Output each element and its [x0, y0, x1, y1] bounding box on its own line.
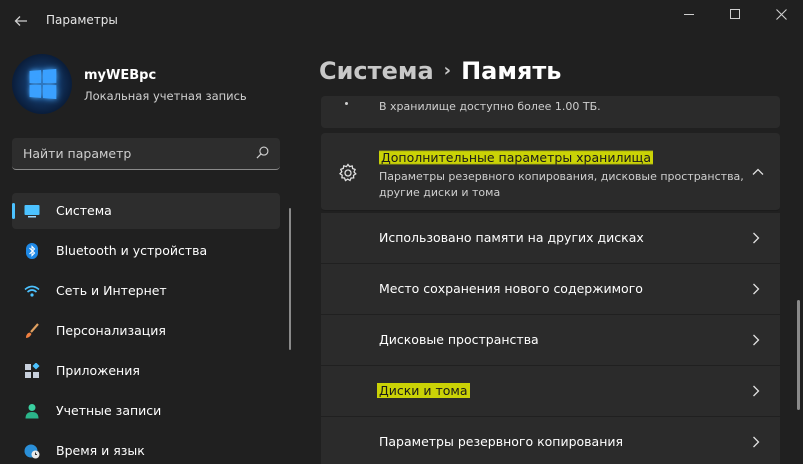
list-item-label: Использовано памяти на других дисках: [379, 230, 644, 245]
sidebar-item-label: Время и язык: [56, 443, 145, 458]
chevron-right-icon: [753, 385, 760, 397]
close-icon: [775, 8, 787, 20]
list-item-other-drives-usage[interactable]: Использовано памяти на других дисках: [321, 213, 780, 263]
chevron-up-icon[interactable]: [752, 166, 764, 178]
account-type: Локальная учетная запись: [84, 89, 247, 103]
sidebar-item-personalization[interactable]: Персонализация: [12, 313, 280, 349]
gear-icon: [339, 163, 357, 182]
sidebar-item-label: Система: [56, 203, 112, 218]
chevron-right-icon: [753, 436, 760, 448]
close-button[interactable]: [758, 0, 803, 28]
list-item-label: Место сохранения нового содержимого: [379, 281, 643, 296]
search-icon[interactable]: [256, 146, 269, 159]
list-item-label: Диски и тома: [377, 383, 470, 398]
sidebar-scrollbar[interactable]: [289, 208, 291, 350]
sidebar-item-system[interactable]: Система: [12, 193, 280, 229]
maximize-icon: [730, 9, 740, 19]
list-item-backup-options[interactable]: Параметры резервного копирования: [321, 417, 780, 464]
monitor-icon: [24, 205, 40, 218]
sidebar-item-time-language[interactable]: Время и язык: [12, 433, 280, 464]
sidebar-item-label: Учетные записи: [56, 403, 162, 418]
bluetooth-icon: [26, 243, 38, 259]
sidebar-item-label: Сеть и Интернет: [56, 283, 167, 298]
list-item-label: Дисковые пространства: [379, 332, 539, 347]
sidebar-item-accounts[interactable]: Учетные записи: [12, 393, 280, 429]
advanced-storage-expander[interactable]: Дополнительные параметры хранилища Парам…: [321, 133, 780, 211]
minimize-button[interactable]: [666, 0, 712, 28]
list-item-disks-volumes[interactable]: Диски и тома: [321, 366, 780, 416]
expander-title: Дополнительные параметры хранилища: [379, 150, 653, 165]
app-title: Параметры: [46, 13, 118, 27]
list-item-storage-spaces[interactable]: Дисковые пространства: [321, 315, 780, 365]
search-placeholder: Найти параметр: [23, 146, 132, 161]
search-input[interactable]: Найти параметр: [12, 138, 280, 170]
avatar[interactable]: [12, 54, 72, 114]
sidebar-item-network[interactable]: Сеть и Интернет: [12, 273, 280, 309]
person-icon: [25, 404, 39, 419]
globe-clock-icon: [24, 444, 40, 459]
chevron-right-icon: [753, 283, 760, 295]
selection-indicator: [12, 203, 15, 219]
title-bar: Параметры: [0, 0, 803, 44]
page-title: Память: [461, 57, 562, 85]
list-item-save-location[interactable]: Место сохранения нового содержимого: [321, 264, 780, 314]
sidebar-item-apps[interactable]: Приложения: [12, 353, 280, 389]
expander-description: Параметры резервного копирования, дисков…: [379, 170, 744, 199]
brush-icon: [26, 323, 39, 338]
breadcrumb-parent[interactable]: Система: [319, 57, 434, 85]
user-name: myWEBpc: [84, 68, 157, 83]
apps-icon: [25, 363, 40, 378]
sidebar-item-label: Bluetooth и устройства: [56, 243, 208, 258]
back-arrow-icon: [14, 16, 27, 26]
sidebar-item-label: Приложения: [56, 363, 140, 378]
maximize-button[interactable]: [712, 0, 758, 28]
wifi-icon: [24, 285, 40, 297]
back-button[interactable]: [10, 8, 32, 34]
sidebar-item-bluetooth[interactable]: Bluetooth и устройства: [12, 233, 280, 269]
list-item-label: Параметры резервного копирования: [379, 434, 624, 449]
chevron-right-icon: [753, 232, 760, 244]
minimize-icon: [684, 13, 694, 15]
storage-info-card: В хранилище доступно более 1.00 ТБ.: [321, 96, 780, 128]
content-scrollbar[interactable]: [797, 300, 800, 410]
storage-info-text: В хранилище доступно более 1.00 ТБ.: [379, 100, 601, 113]
chevron-right-icon: [753, 334, 760, 346]
windows-logo-icon: [29, 68, 57, 100]
breadcrumb-separator: ›: [443, 60, 452, 81]
bullet-icon: [345, 102, 348, 105]
sidebar-item-label: Персонализация: [56, 323, 166, 338]
breadcrumb: Система › Память: [319, 57, 561, 85]
